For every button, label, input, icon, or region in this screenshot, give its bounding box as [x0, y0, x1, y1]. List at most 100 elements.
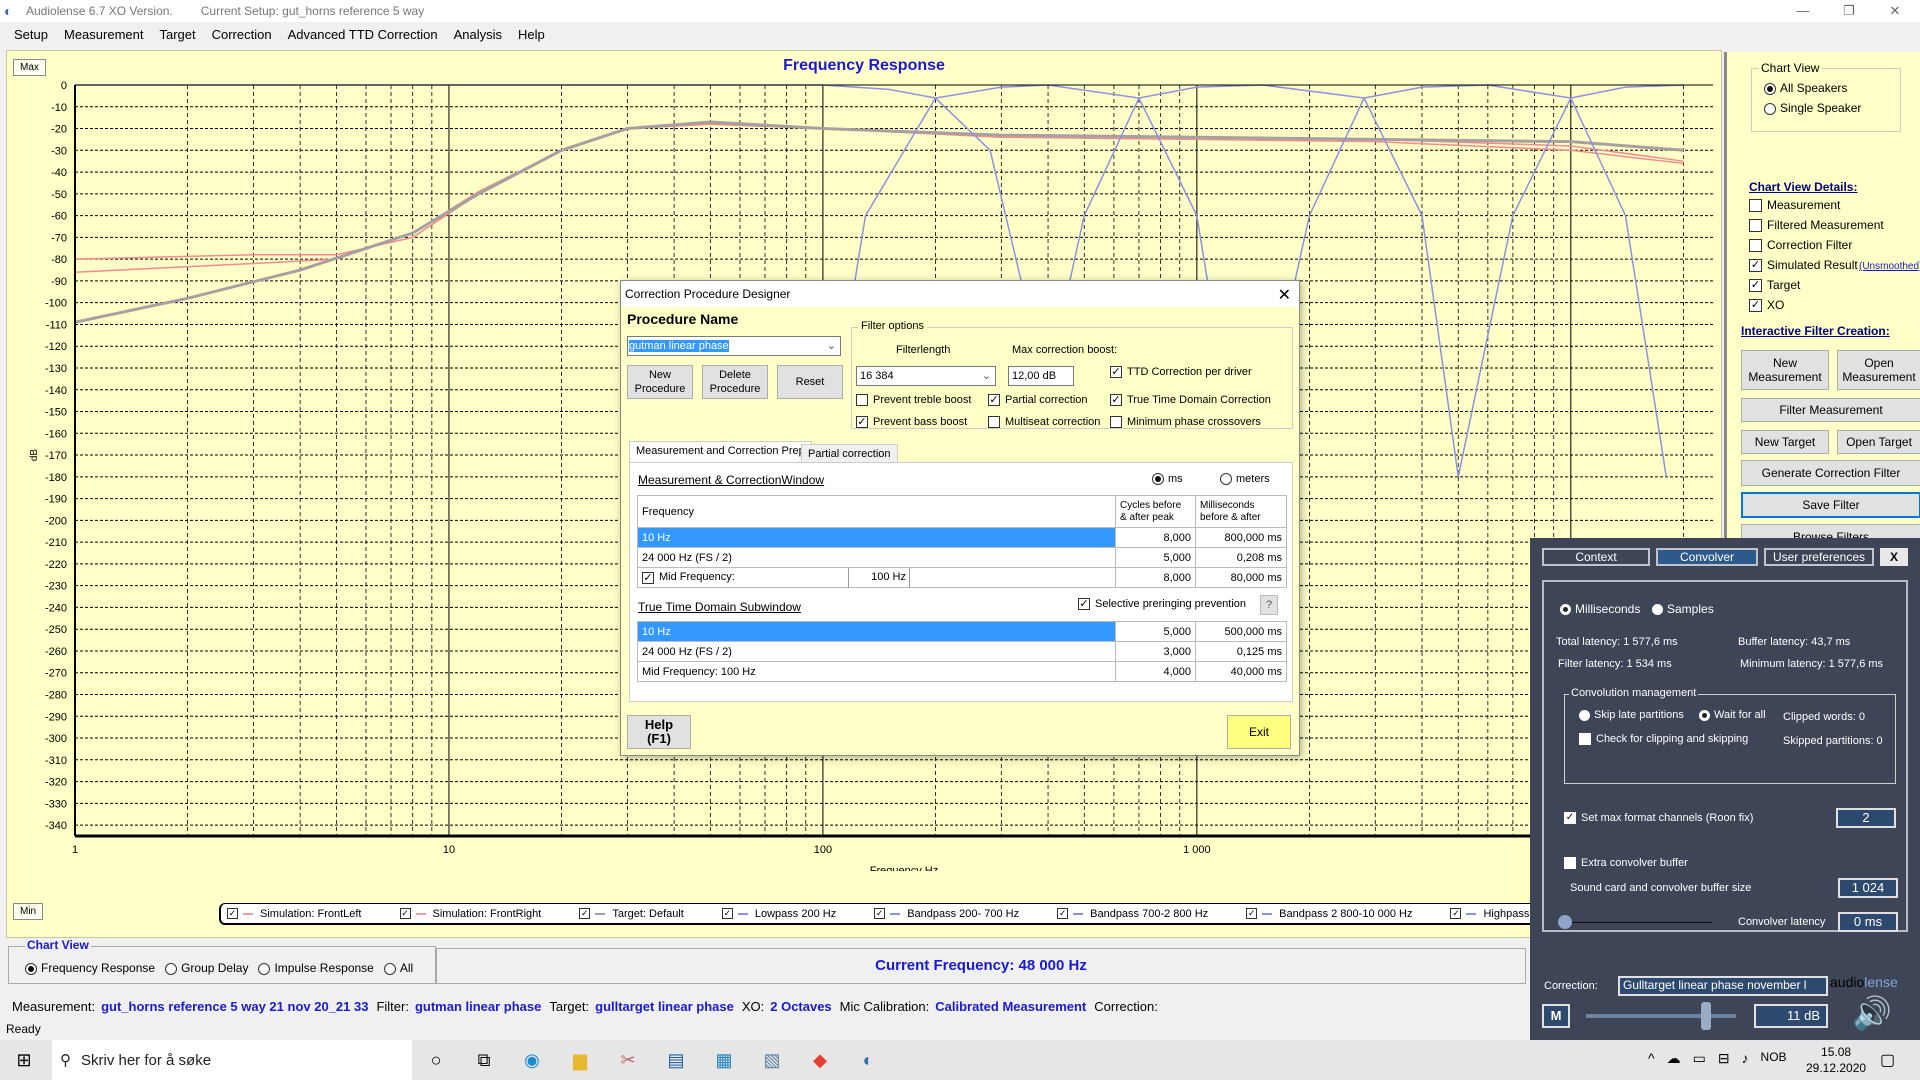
close-window-button[interactable]: ✕: [1872, 0, 1918, 22]
save-filter-button[interactable]: Save Filter: [1741, 492, 1920, 518]
radio-skip-late-partitions[interactable]: Skip late partitions: [1579, 709, 1684, 721]
help-f1-button[interactable]: Help (F1): [627, 715, 691, 749]
legend-item[interactable]: ✓ Simulation: FrontLeft: [221, 908, 362, 920]
cortana-icon[interactable]: ○: [412, 1040, 460, 1080]
table-row[interactable]: ✓ Mid Frequency: 100 Hz 8,000 80,000 ms: [637, 567, 1287, 588]
file-explorer-icon[interactable]: ▆: [556, 1040, 604, 1080]
dialog-close-button[interactable]: ✕: [1278, 285, 1291, 305]
max-channels-input[interactable]: 2: [1836, 808, 1896, 828]
legend-checkbox[interactable]: ✓: [227, 908, 238, 919]
open-target-button[interactable]: Open Target: [1837, 430, 1920, 454]
option-checkbox-prevent-treble-boost[interactable]: Prevent treble boost: [856, 394, 971, 407]
radio-meters[interactable]: meters: [1220, 473, 1270, 486]
slider-handle[interactable]: [1558, 915, 1572, 929]
option-checkbox-true-time-domain-correction[interactable]: ✓ True Time Domain Correction: [1110, 394, 1271, 407]
menu-help[interactable]: Help: [510, 27, 553, 42]
edge-browser-icon[interactable]: ◉: [508, 1040, 556, 1080]
open-measurement-button[interactable]: Open Measurement: [1837, 350, 1920, 390]
exit-button[interactable]: Exit: [1227, 715, 1291, 749]
radio-all[interactable]: All: [383, 961, 413, 975]
option-checkbox-partial-correction[interactable]: ✓ Partial correction: [988, 394, 1088, 407]
radio-milliseconds[interactable]: Milliseconds: [1560, 602, 1640, 616]
volume-slider-handle[interactable]: [1701, 1002, 1711, 1030]
extra-buffer-checkbox[interactable]: Extra convolver buffer: [1564, 857, 1688, 870]
task-view-icon[interactable]: ⧉: [460, 1040, 508, 1080]
detail-checkbox-target[interactable]: ✓ Target: [1749, 278, 1800, 292]
cycles-cell[interactable]: 5,000: [1115, 547, 1196, 568]
correction-field[interactable]: Gulltarget linear phase november l: [1618, 976, 1828, 996]
radio-ms[interactable]: ms: [1152, 473, 1183, 486]
tab-partial-correction[interactable]: Partial correction: [801, 444, 898, 463]
cycles-cell[interactable]: 8,000: [1115, 527, 1196, 548]
table-row[interactable]: 10 Hz 8,000 800,000 ms: [637, 527, 1287, 548]
audiolense-taskbar-icon[interactable]: ◐: [844, 1040, 892, 1080]
help-question-button[interactable]: ?: [1260, 595, 1278, 615]
option-checkbox-multiseat-correction[interactable]: Multiseat correction: [988, 416, 1100, 429]
detail-checkbox-xo[interactable]: ✓ XO: [1749, 298, 1784, 312]
radio-wait-for-all[interactable]: Wait for all: [1699, 709, 1766, 721]
radio-all-speakers[interactable]: All Speakers: [1764, 81, 1847, 95]
generate-correction-filter-button[interactable]: Generate Correction Filter: [1741, 460, 1920, 486]
legend-checkbox[interactable]: ✓: [721, 908, 733, 919]
language-indicator[interactable]: NOB: [1761, 1050, 1787, 1067]
legend-item[interactable]: ✓ Target: Default: [573, 908, 684, 920]
convolver-latency-input[interactable]: 0 ms: [1838, 912, 1898, 932]
mid-frequency-checkbox[interactable]: ✓: [642, 571, 654, 584]
preringing-checkbox[interactable]: ✓ Selective preringing prevention: [1078, 598, 1246, 611]
legend-item[interactable]: ✓ Lowpass 200 Hz: [716, 908, 836, 920]
mid-frequency-input[interactable]: 100 Hz: [848, 568, 910, 588]
menu-analysis[interactable]: Analysis: [446, 27, 510, 42]
table-row[interactable]: 24 000 Hz (FS / 2) 3,000 0,125 ms: [637, 641, 1287, 662]
radio-impulse-response[interactable]: Impulse Response: [258, 961, 374, 975]
reset-button[interactable]: Reset: [777, 365, 843, 399]
cycles-cell[interactable]: 5,000: [1115, 621, 1196, 642]
cycles-cell[interactable]: 3,000: [1115, 641, 1196, 662]
legend-item[interactable]: ✓ Bandpass 2 800-10 000 Hz: [1240, 908, 1412, 920]
new-target-button[interactable]: New Target: [1741, 430, 1829, 454]
windows-start-icon[interactable]: ⊞: [0, 1040, 48, 1080]
option-checkbox-ttd-correction-per-driver[interactable]: ✓ TTD Correction per driver: [1110, 366, 1252, 379]
table-row[interactable]: 24 000 Hz (FS / 2) 5,000 0,208 ms: [637, 547, 1287, 568]
convolver-latency-slider[interactable]: [1562, 922, 1712, 923]
anydesk-icon[interactable]: ◆: [796, 1040, 844, 1080]
menu-correction[interactable]: Correction: [204, 27, 280, 42]
volume-icon[interactable]: ♪: [1742, 1050, 1749, 1067]
radio-frequency-response[interactable]: Frequency Response: [25, 961, 155, 975]
tab-user-preferences[interactable]: User preferences: [1764, 548, 1874, 566]
detail-checkbox-correction-filter[interactable]: Correction Filter: [1749, 238, 1852, 252]
filter-measurement-button[interactable]: Filter Measurement: [1741, 398, 1920, 422]
table-row[interactable]: 10 Hz 5,000 500,000 ms: [637, 621, 1287, 642]
legend-checkbox[interactable]: ✓: [579, 908, 591, 919]
menu-target[interactable]: Target: [151, 27, 203, 42]
menu-setup[interactable]: Setup: [6, 27, 56, 42]
app-window-icon[interactable]: ▤: [652, 1040, 700, 1080]
detail-checkbox-filtered-measurement[interactable]: Filtered Measurement: [1749, 218, 1884, 232]
table-row[interactable]: Mid Frequency: 100 Hz 4,000 40,000 ms: [637, 661, 1287, 682]
tab-measurement-correction-prep[interactable]: Measurement and Correction Prep: [629, 441, 812, 463]
new-procedure-button[interactable]: New Procedure: [627, 365, 693, 399]
chevron-up-icon[interactable]: ^: [1648, 1050, 1655, 1067]
detail-checkbox-simulated-result[interactable]: ✓ Simulated Result: [1749, 258, 1858, 272]
max-channels-checkbox[interactable]: ✓ Set max format channels (Roon fix): [1564, 812, 1753, 825]
clock[interactable]: 15.08 29.12.2020: [1806, 1044, 1866, 1076]
radio-samples[interactable]: Samples: [1652, 602, 1714, 616]
check-clipping-checkbox[interactable]: Check for clipping and skipping: [1579, 733, 1748, 746]
legend-checkbox[interactable]: ✓: [1450, 908, 1462, 919]
performance-monitor-icon[interactable]: ▧: [748, 1040, 796, 1080]
taskbar-search[interactable]: ⚲ Skriv her for å søke: [52, 1040, 412, 1080]
legend-checkbox[interactable]: ✓: [1246, 908, 1258, 919]
legend-item[interactable]: ✓ Bandpass 700-2 800 Hz: [1051, 908, 1208, 920]
cycles-cell[interactable]: 4,000: [1115, 661, 1196, 682]
menu-advanced-ttd-correction[interactable]: Advanced TTD Correction: [280, 27, 446, 42]
restore-button[interactable]: ❐: [1826, 0, 1872, 22]
control-panel-icon[interactable]: ▦: [700, 1040, 748, 1080]
close-convolver-button[interactable]: X: [1880, 548, 1908, 566]
option-checkbox-prevent-bass-boost[interactable]: ✓ Prevent bass boost: [856, 416, 967, 429]
unsmoothed-link[interactable]: (Unsmoothed): [1859, 261, 1920, 272]
onedrive-error-icon[interactable]: ☁: [1667, 1050, 1681, 1067]
mute-button[interactable]: M: [1542, 1004, 1570, 1028]
detail-checkbox-measurement[interactable]: Measurement: [1749, 198, 1840, 212]
filterlength-select[interactable]: 16 384 ⌄: [856, 366, 996, 386]
procedure-name-combobox[interactable]: gutman linear phase ⌄: [627, 336, 841, 356]
legend-item[interactable]: ✓ Bandpass 200- 700 Hz: [868, 908, 1019, 920]
